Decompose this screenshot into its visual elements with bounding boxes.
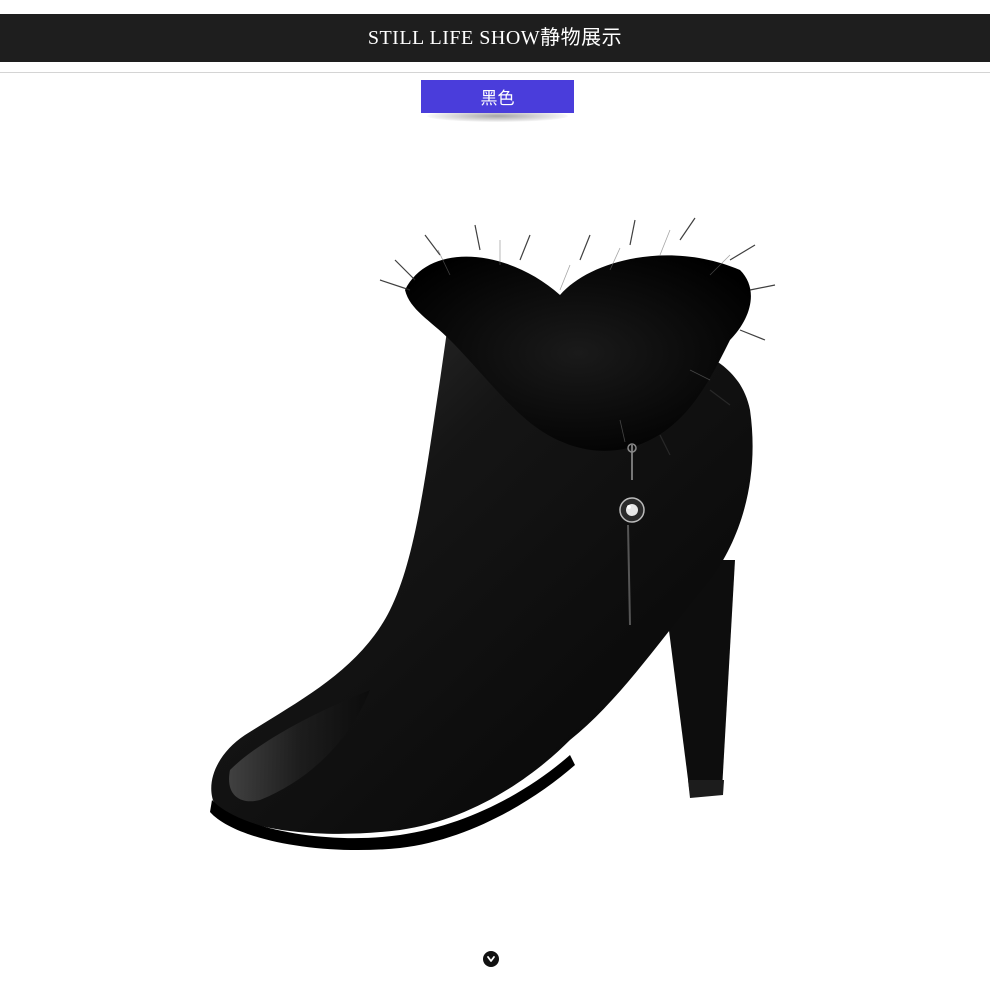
color-tag: 黑色 — [421, 80, 574, 113]
ankle-boot-icon — [210, 217, 776, 851]
product-image — [150, 180, 830, 880]
chevron-down-icon — [487, 956, 495, 962]
color-tag-container: 黑色 — [421, 80, 574, 126]
header-divider — [0, 72, 990, 73]
scroll-down-badge[interactable] — [483, 951, 499, 967]
header-bar: STILL LIFE SHOW静物展示 — [0, 14, 990, 62]
header-title: STILL LIFE SHOW静物展示 — [367, 27, 623, 49]
